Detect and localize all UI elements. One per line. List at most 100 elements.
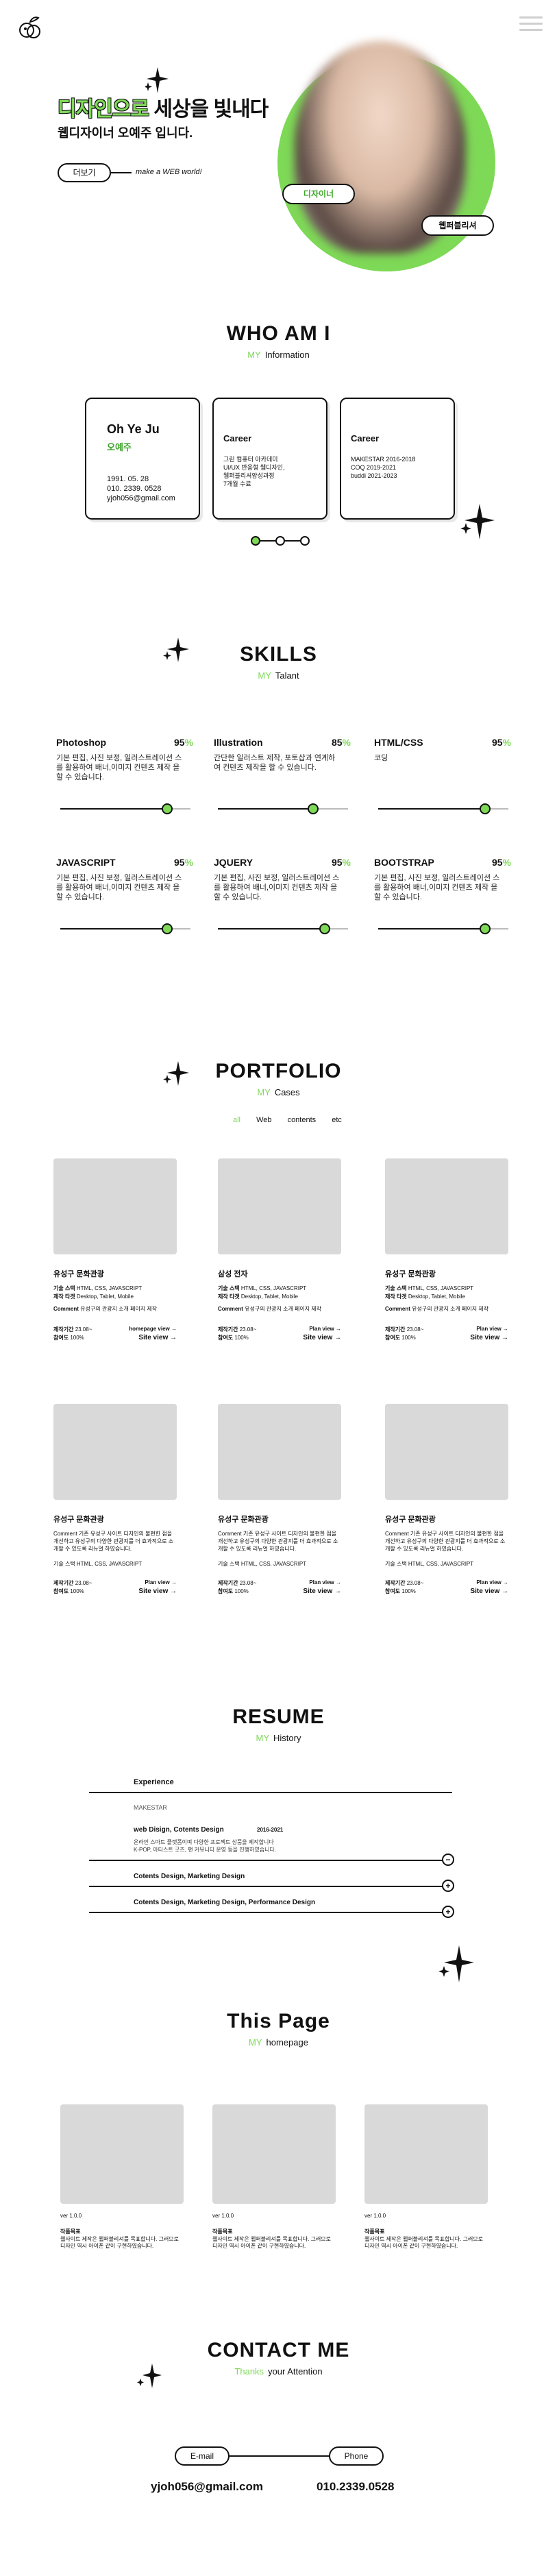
expand-button[interactable]: + — [442, 1880, 454, 1892]
portfolio-line-value: HTML, CSS, JAVASCRIPT — [408, 1285, 474, 1291]
portfolio-line: 제작 타겟 Desktop, Tablet, Mobile — [385, 1293, 508, 1300]
designer-tag[interactable]: 디자이너 — [282, 184, 355, 204]
tab-all[interactable]: all — [233, 1116, 240, 1124]
skill-bar — [218, 803, 348, 814]
portfolio-line: 기술 스택 HTML, CSS, JAVASCRIPT — [385, 1285, 508, 1292]
plan-view-link[interactable]: Plan view → — [476, 1326, 508, 1332]
portfolio-line-key: 참여도 — [218, 1335, 234, 1341]
site-view-link[interactable]: Site view → — [303, 1334, 341, 1341]
plan-view-link[interactable]: homepage view → — [129, 1326, 177, 1332]
resume-row-line — [89, 1886, 452, 1887]
skill-bar-knob[interactable] — [308, 803, 319, 814]
portfolio-thumbnail[interactable] — [218, 1158, 341, 1254]
resume-desc-line: K-POP, 아티스트 굿즈, 팬 커뮤니티 운영 등을 진행하였습니다. — [134, 1847, 277, 1853]
plan-view-link[interactable]: Plan view → — [309, 1579, 341, 1585]
skills-sub-accent: MY — [258, 670, 271, 681]
portfolio-line-value: 유성구의 관광지 소개 페이지 제작 — [80, 1306, 158, 1312]
skill-bar-knob[interactable] — [161, 923, 173, 934]
publisher-tag[interactable]: 웹퍼블리셔 — [421, 215, 494, 236]
site-view-link[interactable]: Site view → — [138, 1334, 177, 1341]
skill-bar — [378, 923, 508, 934]
site-view-link[interactable]: Site view → — [470, 1334, 508, 1341]
skill-description: 기본 편집, 사진 보정, 일러스트레이션 스를 활용하여 배너,이미지 컨텐츠… — [56, 874, 182, 901]
expand-button[interactable]: + — [442, 1906, 454, 1918]
skill-bar-knob[interactable] — [479, 803, 491, 814]
contact-phone[interactable]: 010.2339.0528 — [317, 2480, 394, 2494]
plan-view-link[interactable]: Plan view → — [145, 1579, 177, 1585]
thispage-thumbnail[interactable] — [212, 2104, 336, 2204]
email-button[interactable]: E-mail — [175, 2446, 230, 2466]
carousel-dot-2[interactable] — [275, 536, 285, 546]
skill-bar-knob[interactable] — [319, 923, 330, 934]
contact-line — [230, 2455, 332, 2457]
site-view-link[interactable]: Site view → — [138, 1588, 177, 1595]
contact-subtitle: Thanks your Attention — [0, 2366, 557, 2377]
card-line: COQ 2019-2021 — [351, 464, 397, 471]
skill-percent-sign: % — [184, 857, 193, 868]
portfolio-line-key: 제작 타겟 — [385, 1293, 407, 1300]
peach-logo-icon[interactable] — [15, 12, 45, 42]
portfolio-thumbnail[interactable] — [53, 1404, 177, 1500]
hero-title: 디자인으로 세상을 빛내다 — [58, 92, 269, 122]
tab-web[interactable]: Web — [256, 1116, 271, 1124]
portfolio-line-value: Desktop, Tablet, Mobile — [408, 1293, 465, 1300]
contact-email[interactable]: yjoh056@gmail.com — [151, 2480, 263, 2494]
portfolio-card-title: 유성구 문화관광 — [385, 1516, 436, 1524]
portfolio-line-value: HTML, CSS, JAVASCRIPT — [240, 1285, 307, 1291]
portfolio-line-value: 100% — [70, 1588, 84, 1594]
about-title: WHO AM I — [226, 322, 331, 345]
skill-item: BOOTSTRAP 95% 기본 편집, 사진 보정, 일러스트레이션 스를 활용하… — [374, 857, 511, 939]
portfolio-line-key: 참여도 — [53, 1335, 69, 1341]
card-body: 그린 컴퓨터 아카데미 UI/UX 반응형 웹디자인, 웹퍼블리셔양성과정 7개… — [223, 455, 284, 488]
about-sub-accent: MY — [247, 350, 261, 360]
plan-view-link[interactable]: Plan view → — [309, 1326, 341, 1332]
skill-bar-fill — [60, 928, 167, 929]
portfolio-card-title: 삼성 전자 — [218, 1270, 248, 1278]
portfolio-card: 유성구 문화관광 Comment 기존 유성구 사이트 디자인의 불편한 점을 개… — [385, 1404, 508, 1609]
thispage-thumbnail[interactable] — [60, 2104, 184, 2204]
portfolio-line-value: 유성구의 관광지 소개 페이지 제작 — [245, 1306, 322, 1312]
skill-percent-value: 95 — [173, 857, 185, 868]
skill-percent: 95% — [174, 857, 193, 868]
portfolio-thumbnail[interactable] — [218, 1404, 341, 1500]
site-view-link[interactable]: Site view → — [303, 1588, 341, 1595]
skill-percent-value: 95 — [173, 737, 185, 748]
hero-more-button[interactable]: 더보기 — [58, 163, 111, 182]
phone-button[interactable]: Phone — [329, 2446, 384, 2466]
collapse-button[interactable]: − — [442, 1854, 454, 1866]
thispage-title: This Page — [227, 2010, 330, 2032]
hero-title-rest: 세상을 빛내다 — [153, 98, 269, 121]
portfolio-line-value: 100% — [70, 1335, 84, 1341]
card-line: buddi 2021-2023 — [351, 472, 397, 479]
tab-contents[interactable]: contents — [288, 1116, 317, 1124]
card-info: 1991. 05. 28 010. 2339. 0528 yjoh056@gma… — [107, 474, 175, 503]
portfolio-thumbnail[interactable] — [53, 1158, 177, 1254]
resume-sub-accent: MY — [256, 1733, 270, 1743]
card-phone: 010. 2339. 0528 — [107, 485, 162, 493]
tab-etc[interactable]: etc — [332, 1116, 342, 1124]
carousel-dot-1[interactable] — [251, 536, 260, 546]
skill-percent-sign: % — [342, 857, 351, 868]
portfolio-thumbnail[interactable] — [385, 1404, 508, 1500]
skill-percent: 95% — [174, 737, 193, 748]
thispage-thumbnail[interactable] — [364, 2104, 488, 2204]
career-card-2: Career MAKESTAR 2016-2018 COQ 2019-2021 … — [340, 398, 455, 520]
portfolio-line: 기술 스택 HTML, CSS, JAVASCRIPT — [218, 1285, 341, 1292]
portfolio-stack: 기술 스택 HTML, CSS, JAVASCRIPT — [53, 1561, 143, 1567]
skill-bar-knob[interactable] — [479, 923, 491, 934]
site-view-link[interactable]: Site view → — [470, 1588, 508, 1595]
thispage-goal-label: 작품목표 — [364, 2228, 385, 2235]
card-korean-name: 오예주 — [107, 442, 132, 452]
carousel-dot-3[interactable] — [300, 536, 310, 546]
hamburger-menu-icon[interactable] — [519, 16, 543, 35]
thispage-card: ver 1.0.0 작품목표 웹사이트 제작은 웹퍼블리셔를 목표합니다. 그러므로… — [212, 2104, 336, 2255]
card-line: 7개월 수료 — [223, 481, 251, 487]
sparkle-icon — [460, 504, 495, 539]
portfolio-line: 기술 스택 HTML, CSS, JAVASCRIPT — [53, 1285, 177, 1292]
skill-bar-knob[interactable] — [161, 803, 173, 814]
thispage-goal-text: 웹사이트 제작은 웹퍼블리셔를 목표합니다. 그러므로 디자인 역시 아이폰 같… — [212, 2236, 332, 2249]
resume-experience-heading: Experience — [134, 1778, 174, 1786]
portfolio-thumbnail[interactable] — [385, 1158, 508, 1254]
plan-view-link[interactable]: Plan view → — [476, 1579, 508, 1585]
skill-percent: 95% — [332, 857, 351, 868]
